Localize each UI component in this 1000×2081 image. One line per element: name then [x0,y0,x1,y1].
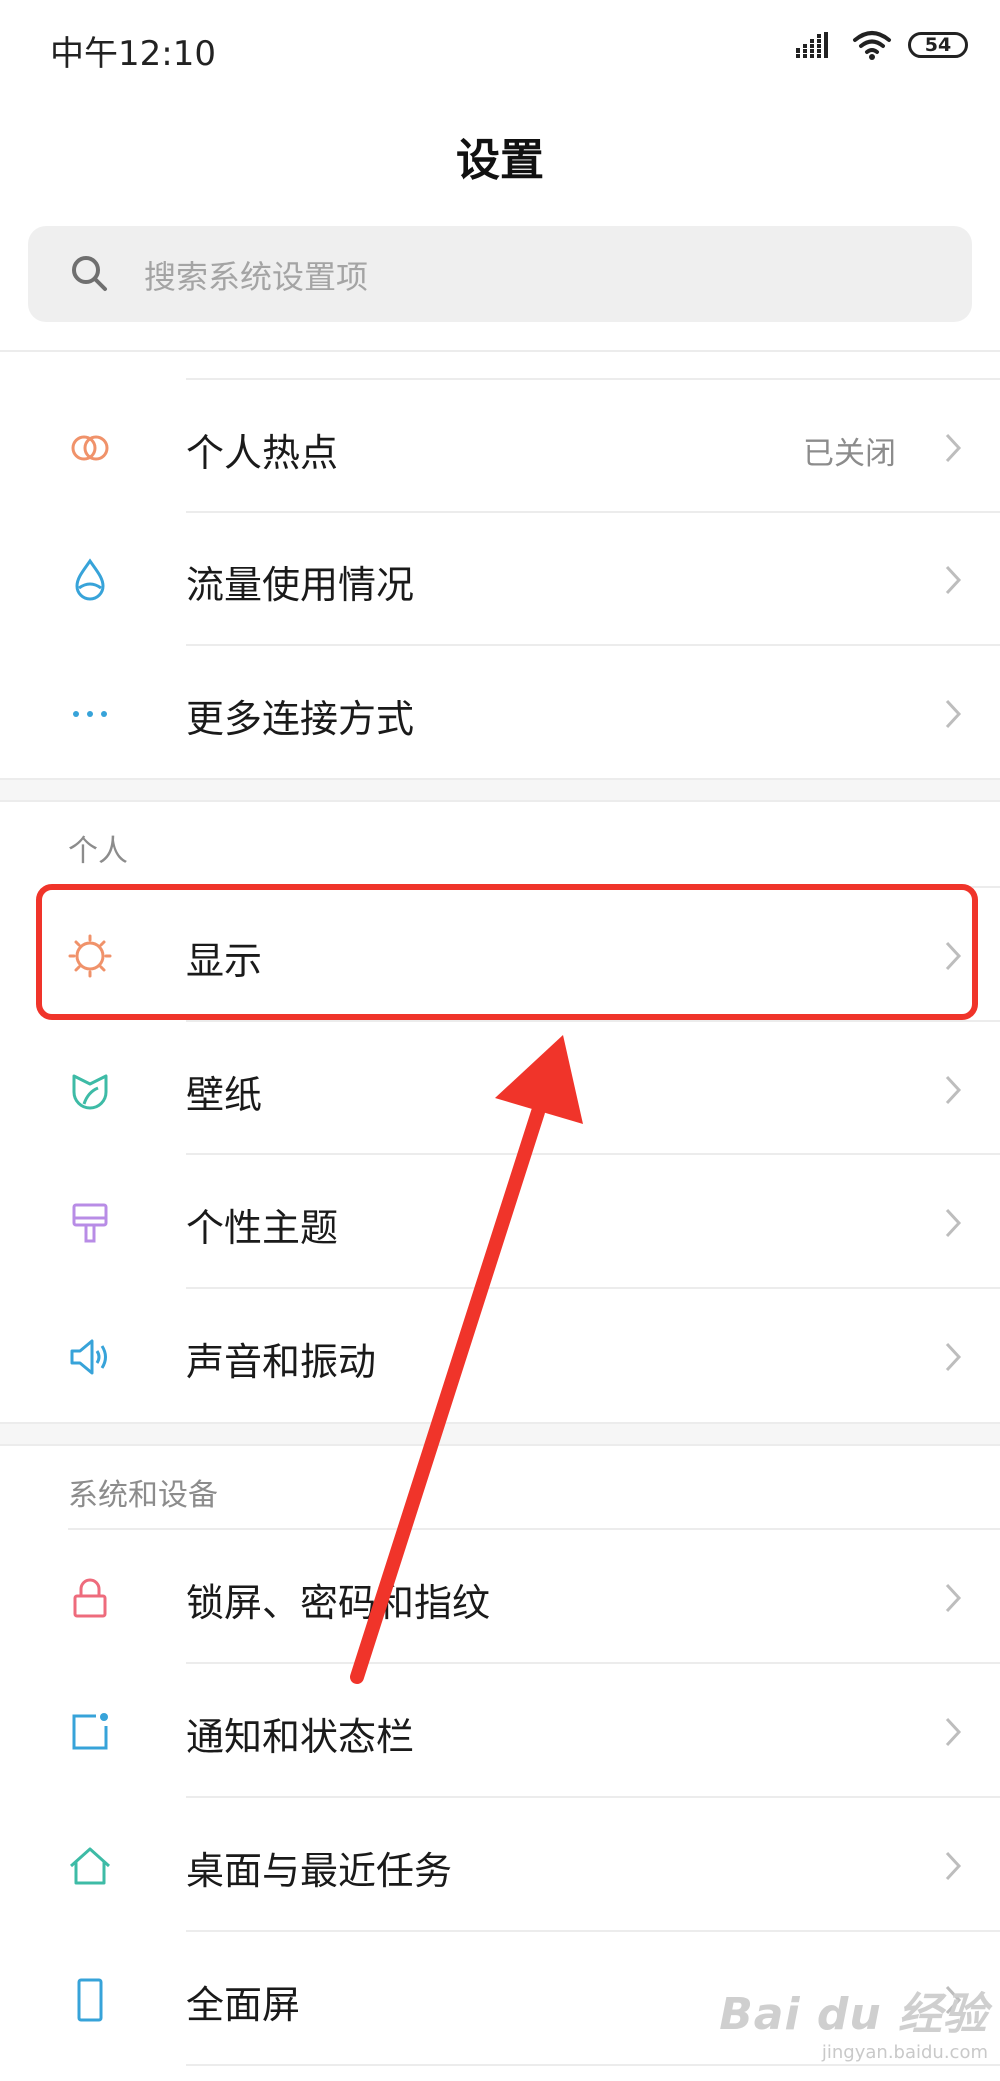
chevron-right-icon [945,1851,962,1881]
settings-item-label: 更多连接方式 [186,697,415,741]
chevron-right-icon [945,1717,962,1747]
chevron-right-icon [945,1583,962,1613]
settings-item-notifications[interactable]: 通知和状态栏 [0,1664,1000,1796]
settings-item-label: 显示 [186,939,263,983]
theme-brush-icon [72,1203,108,1243]
settings-item-label: 个人热点 [186,431,339,475]
settings-item-lockscreen[interactable]: 锁屏、密码和指纹 [0,1530,1000,1662]
baidu-watermark: Bai du 经验 jingyan.baidu.com [719,1978,988,2063]
status-bar: 中午12:10 54 [0,0,1000,96]
settings-item-wallpaper[interactable]: 壁纸 [0,1022,1000,1154]
section-header-personal: 个人 [68,834,128,869]
settings-item-label: 桌面与最近任务 [186,1849,453,1893]
status-time: 中午12:10 [50,34,216,74]
section-gap [0,1422,1000,1446]
watermark-logo: Bai du 经验 [719,1989,988,2040]
settings-item-sound[interactable]: 声音和振动 [0,1289,1000,1421]
battery-level: 54 [924,34,952,56]
chevron-right-icon [945,941,962,971]
wifi-icon [853,31,891,60]
settings-item-label: 个性主题 [186,1206,339,1250]
page-title: 设置 [456,135,544,186]
settings-item-display[interactable]: 显示 [0,888,1000,1020]
hotspot-icon [71,435,109,461]
chevron-right-icon [945,1342,962,1372]
more-dots-icon [73,711,107,717]
section-header-system: 系统和设备 [68,1478,218,1513]
notification-icon [72,1713,108,1750]
search-placeholder: 搜索系统设置项 [144,258,369,296]
battery-icon: 54 [908,32,968,58]
section-gap [0,778,1000,802]
home-icon [69,1847,111,1885]
settings-item-label: 流量使用情况 [186,563,415,607]
lock-icon [73,1578,107,1618]
chevron-right-icon [945,1208,962,1238]
sound-icon [70,1339,107,1375]
settings-item-label: 全面屏 [186,1983,301,2027]
settings-item-label: 锁屏、密码和指纹 [186,1581,491,1625]
settings-item-hotspot[interactable]: 个人热点 已关闭 [0,380,1000,512]
settings-item-label: 声音和振动 [186,1340,377,1384]
search-icon [72,256,107,291]
settings-item-label: 通知和状态栏 [186,1715,415,1759]
data-usage-icon [75,558,105,601]
chevron-right-icon [945,565,962,595]
settings-item-data-usage[interactable]: 流量使用情况 [0,512,1000,644]
chevron-right-icon [945,433,962,463]
hotspot-status: 已关闭 [803,436,896,472]
fullscreen-phone-icon [77,1978,103,2022]
display-sun-icon [68,934,112,978]
wallpaper-icon [72,1074,108,1110]
divider [0,350,1000,352]
status-icons: 54 [796,30,968,60]
chevron-right-icon [945,699,962,729]
search-input[interactable]: 搜索系统设置项 [28,226,972,322]
watermark-url: jingyan.baidu.com [821,2042,988,2063]
settings-item-more-connections[interactable]: 更多连接方式 [0,646,1000,778]
divider [186,2064,1000,2066]
settings-item-theme[interactable]: 个性主题 [0,1155,1000,1287]
settings-item-label: 壁纸 [186,1073,263,1117]
settings-item-home-screen[interactable]: 桌面与最近任务 [0,1798,1000,1930]
signal-icon [796,32,828,58]
chevron-right-icon [945,1075,962,1105]
